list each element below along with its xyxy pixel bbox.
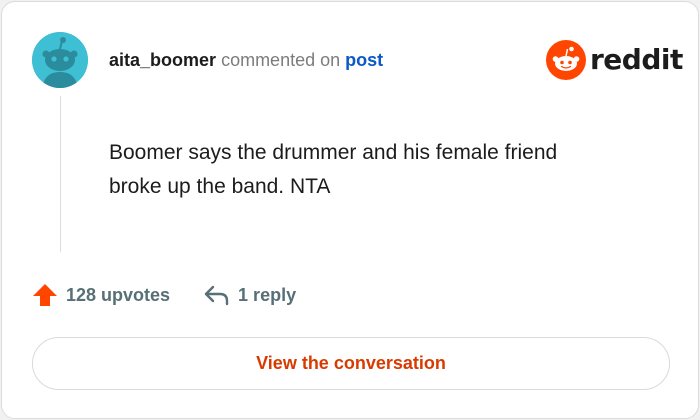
snoo-avatar-icon: [32, 32, 88, 88]
reddit-snoo-icon: [546, 40, 586, 80]
reddit-logo[interactable]: reddit: [546, 40, 683, 80]
upvote-count: 128 upvotes: [66, 284, 171, 305]
upvote-button[interactable]: 128 upvotes: [32, 282, 170, 308]
avatar[interactable]: [32, 32, 88, 88]
upvote-arrow-icon: [33, 284, 57, 306]
view-conversation-button[interactable]: View the conversation: [32, 337, 670, 390]
author-username[interactable]: aita_boomer: [109, 50, 216, 70]
comment-embed-card: aita_boomer commented on post reddit Boo…: [1, 1, 699, 419]
reply-button[interactable]: 1 reply: [204, 284, 296, 306]
view-conversation-label: View the conversation: [256, 353, 446, 373]
comment-header: aita_boomer commented on post: [109, 49, 383, 71]
reply-arrow-icon: [204, 285, 229, 306]
reddit-wordmark: reddit: [590, 43, 683, 76]
action-bar: 128 upvotes 1 reply: [32, 281, 296, 309]
comment-body: Boomer says the drummer and his female f…: [109, 141, 558, 198]
post-link[interactable]: post: [345, 50, 383, 70]
thread-line: [60, 96, 61, 252]
commented-on-text: commented on: [221, 50, 341, 70]
reply-count: 1 reply: [238, 284, 297, 305]
